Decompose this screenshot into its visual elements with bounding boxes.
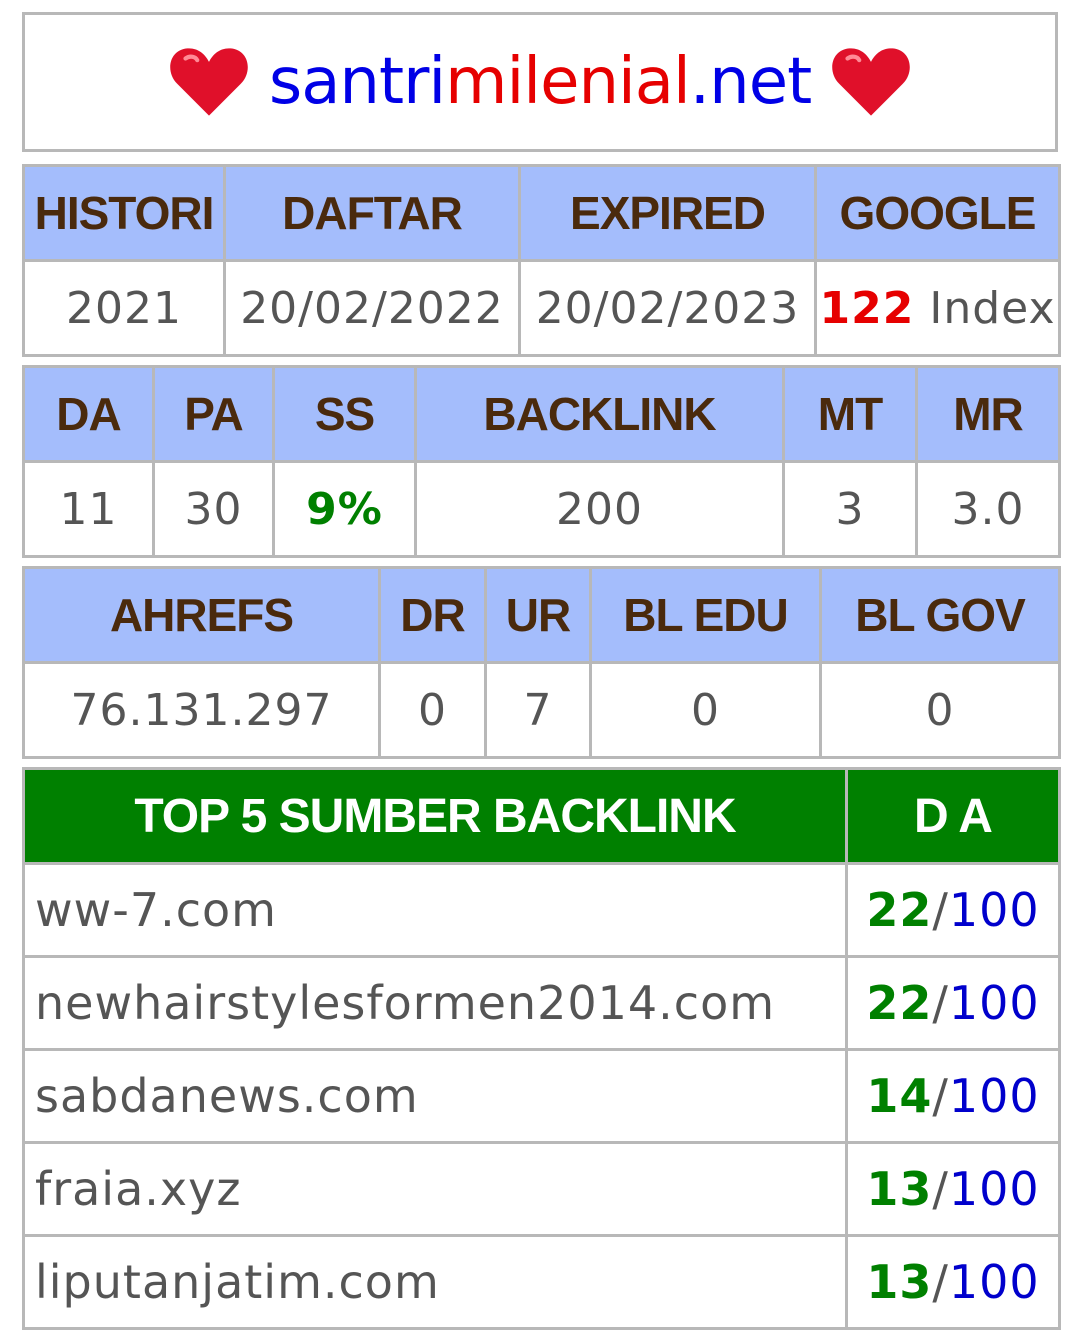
title-part-2: milenial [445,45,691,119]
source-da: 13/100 [845,1234,1061,1330]
table-row: liputanjatim.com 13/100 [22,1234,1061,1330]
bl-edu-value: 0 [589,661,822,759]
header-ur: UR [484,566,592,664]
pa-value: 30 [152,460,275,558]
source-da: 14/100 [845,1048,1061,1144]
google-index-count: 122 [819,282,915,334]
da-score: 22 [866,883,933,937]
heart-icon [832,48,910,116]
backlink-value: 200 [414,460,785,558]
google-index-label: Index [929,282,1056,334]
da-max: 100 [948,1255,1040,1309]
ahrefs-value: 76.131.297 [22,661,381,759]
moz-metrics-table: DA PA SS BACKLINK MT MR 11 30 9% 200 3 3… [22,365,1061,558]
source-domain: liputanjatim.com [22,1234,848,1330]
da-max: 100 [948,976,1040,1030]
ss-value: 9% [272,460,417,558]
header-ahrefs: AHREFS [22,566,381,664]
source-da: 22/100 [845,862,1061,958]
da-score: 13 [866,1255,933,1309]
da-value: 11 [22,460,155,558]
header-google: GOOGLE [814,164,1061,262]
table-row: newhairstylesformen2014.com 22/100 [22,955,1061,1051]
header-top5-sources: TOP 5 SUMBER BACKLINK [22,767,848,865]
daftar-value: 20/02/2022 [223,259,521,357]
header-bl-gov: BL GOV [819,566,1061,664]
domain-info-table: HISTORI DAFTAR EXPIRED GOOGLE 2021 20/02… [22,164,1061,357]
bl-gov-value: 0 [819,661,1061,759]
site-title: santrimilenial.net [268,45,812,119]
source-da: 13/100 [845,1141,1061,1237]
ahrefs-metrics-table: AHREFS DR UR BL EDU BL GOV 76.131.297 0 … [22,566,1061,759]
header-ss: SS [272,365,417,463]
source-domain: newhairstylesformen2014.com [22,955,848,1051]
histori-value: 2021 [22,259,226,357]
source-domain: sabdanews.com [22,1048,848,1144]
title-part-3: .net [689,45,812,119]
mt-value: 3 [782,460,918,558]
source-da: 22/100 [845,955,1061,1051]
header-mt: MT [782,365,918,463]
da-max: 100 [948,1069,1040,1123]
header-expired: EXPIRED [518,164,817,262]
mr-value: 3.0 [915,460,1061,558]
source-domain: fraia.xyz [22,1141,848,1237]
da-score: 22 [866,976,933,1030]
da-max: 100 [948,883,1040,937]
top-backlink-sources-table: TOP 5 SUMBER BACKLINK D A ww-7.com 22/10… [22,767,1061,1330]
header-pa: PA [152,365,275,463]
heart-icon [170,48,248,116]
source-domain: ww-7.com [22,862,848,958]
da-max: 100 [948,1162,1040,1216]
ur-value: 7 [484,661,592,759]
header-histori: HISTORI [22,164,226,262]
header-bl-edu: BL EDU [589,566,822,664]
header-da-score: D A [845,767,1061,865]
title-part-1: santri [268,45,446,119]
header-mr: MR [915,365,1061,463]
table-row: ww-7.com 22/100 [22,862,1061,958]
table-row: fraia.xyz 13/100 [22,1141,1061,1237]
expired-value: 20/02/2023 [518,259,817,357]
site-title-box: santrimilenial.net [22,12,1058,152]
header-da: DA [22,365,155,463]
da-score: 13 [866,1162,933,1216]
header-dr: DR [378,566,487,664]
header-backlink: BACKLINK [414,365,785,463]
da-score: 14 [866,1069,933,1123]
dr-value: 0 [378,661,487,759]
table-row: sabdanews.com 14/100 [22,1048,1061,1144]
google-index-value: 122 Index [814,259,1061,357]
header-daftar: DAFTAR [223,164,521,262]
